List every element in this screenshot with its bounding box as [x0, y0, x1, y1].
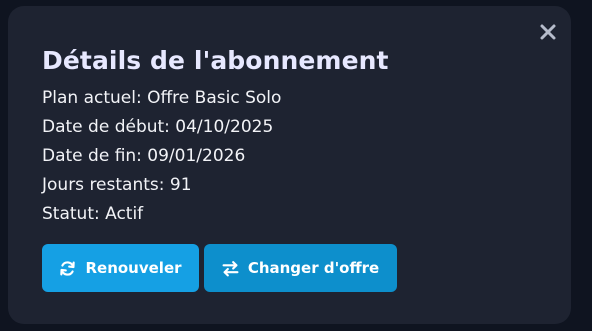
renew-button-label: Renouveler	[85, 259, 182, 277]
detail-status: Statut: Actif	[42, 204, 144, 224]
renew-button[interactable]: Renouveler	[42, 244, 199, 292]
change-plan-button[interactable]: Changer d'offre	[204, 244, 397, 292]
detail-start-date: Date de début: 04/10/2025	[42, 117, 274, 137]
swap-arrows-icon	[222, 260, 239, 277]
close-button[interactable]	[537, 21, 559, 43]
change-plan-button-label: Changer d'offre	[247, 259, 380, 277]
detail-current-plan: Plan actuel: Offre Basic Solo	[42, 88, 282, 108]
refresh-icon	[59, 260, 76, 277]
close-icon	[540, 24, 556, 40]
modal-title: Détails de l'abonnement	[42, 46, 389, 75]
subscription-details-modal: Détails de l'abonnement Plan actuel: Off…	[8, 6, 571, 324]
detail-end-date: Date de fin: 09/01/2026	[42, 146, 246, 166]
modal-actions: Renouveler Changer d'offre	[42, 244, 397, 292]
subscription-details-list: Plan actuel: Offre Basic Solo Date de dé…	[42, 84, 537, 229]
detail-days-remaining: Jours restants: 91	[42, 175, 192, 195]
